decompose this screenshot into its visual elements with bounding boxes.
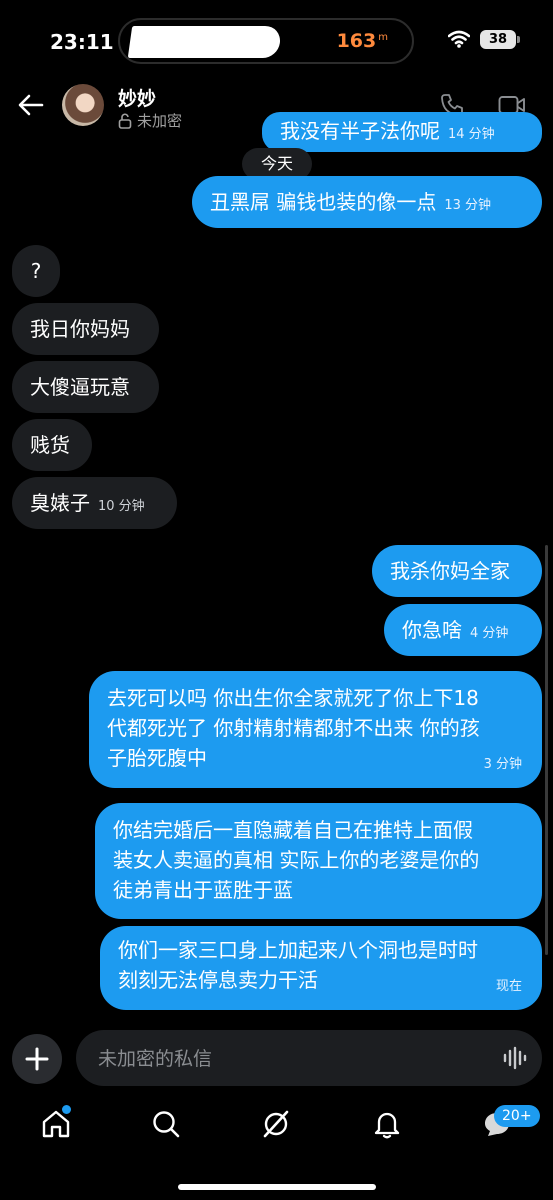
message-time: 10 分钟 xyxy=(98,499,145,514)
message-bubble[interactable]: 你结完婚后一直隐藏着自己在推特上面假 装女人卖逼的真相 实际上你的老婆是你的 徒… xyxy=(95,803,542,919)
message-line: 你结完婚后一直隐藏着自己在推特上面假 xyxy=(113,818,473,842)
distance-readout: 163 m xyxy=(337,30,388,52)
search-icon[interactable] xyxy=(150,1108,182,1140)
distance-unit: m xyxy=(378,31,388,43)
message-time: 3 分钟 xyxy=(483,757,522,772)
message-text: 我没有半子法你呢 xyxy=(280,119,440,143)
distance-value: 163 xyxy=(336,30,377,52)
scrollbar[interactable] xyxy=(545,545,548,955)
message-text: 臭婊子 xyxy=(30,491,90,515)
message-line: 你们一家三口身上加起来八个洞也是时时 xyxy=(118,938,478,962)
encryption-label: 未加密 xyxy=(137,112,183,130)
message-bubble[interactable]: 我没有半子法你呢 14 分钟 xyxy=(262,112,542,152)
back-arrow-icon[interactable] xyxy=(16,90,46,120)
message-text: 我杀你妈全家 xyxy=(390,559,510,583)
message-bubble[interactable]: 臭婊子 10 分钟 xyxy=(12,477,177,529)
message-bubble[interactable]: 你们一家三口身上加起来八个洞也是时时 刻刻无法停息卖力干活 现在 xyxy=(100,926,542,1010)
messages-badge: 20+ xyxy=(494,1105,540,1127)
message-bubble[interactable]: 贱货 xyxy=(12,419,92,471)
attach-button[interactable] xyxy=(12,1034,62,1084)
message-line: 装女人卖逼的真相 实际上你的老婆是你的 xyxy=(113,848,480,872)
message-bubble[interactable]: 你急啥 4 分钟 xyxy=(384,604,542,656)
status-time: 23:11 xyxy=(50,30,114,54)
message-text: 丑黑屌 骗钱也装的像一点 xyxy=(210,190,437,214)
message-line: 子胎死腹中 xyxy=(107,746,207,770)
wifi-icon xyxy=(448,30,470,48)
message-text: 你急啥 xyxy=(402,618,462,642)
unlock-icon xyxy=(118,112,132,129)
message-bubble[interactable]: 大傻逼玩意 xyxy=(12,361,159,413)
message-text: 贱货 xyxy=(30,433,70,457)
dynamic-island: 163 m xyxy=(118,18,414,64)
message-text: 我日你妈妈 xyxy=(30,317,130,341)
message-bubble[interactable]: 丑黑屌 骗钱也装的像一点 13 分钟 xyxy=(192,176,542,228)
message-bubble[interactable]: 去死可以吗 你出生你全家就死了你上下18 代都死光了 你射精射精都射不出来 你的… xyxy=(89,671,542,788)
battery-icon: 38 xyxy=(480,30,520,49)
notifications-bell-icon[interactable] xyxy=(371,1108,403,1140)
message-time: 4 分钟 xyxy=(470,626,509,641)
message-input[interactable] xyxy=(96,1030,480,1088)
message-line: 代都死光了 你射精射精都射不出来 你的孩 xyxy=(107,716,480,740)
redaction-mark xyxy=(127,26,283,58)
notification-dot xyxy=(62,1105,71,1114)
encryption-status: 未加密 xyxy=(118,110,182,131)
message-bubble[interactable]: ? xyxy=(12,245,60,297)
message-text: 大傻逼玩意 xyxy=(30,375,130,399)
message-text: ? xyxy=(30,259,42,283)
message-line: 刻刻无法停息卖力干活 xyxy=(118,968,318,992)
message-bubble[interactable]: 我杀你妈全家 xyxy=(372,545,542,597)
grok-icon[interactable] xyxy=(260,1108,292,1140)
message-time: 14 分钟 xyxy=(448,127,495,142)
contact-name[interactable]: 妙妙 xyxy=(118,84,156,111)
message-time: 13 分钟 xyxy=(444,198,492,213)
plus-icon xyxy=(25,1047,49,1071)
message-time: 现在 xyxy=(495,979,522,994)
home-indicator[interactable] xyxy=(178,1184,376,1190)
message-line: 去死可以吗 你出生你全家就死了你上下18 xyxy=(107,686,479,710)
voice-message-icon[interactable] xyxy=(502,1046,528,1070)
message-composer[interactable] xyxy=(76,1030,542,1088)
message-line: 徒弟青出于蓝胜于蓝 xyxy=(113,878,293,902)
message-bubble[interactable]: 我日你妈妈 xyxy=(12,303,159,355)
avatar[interactable] xyxy=(62,84,104,126)
